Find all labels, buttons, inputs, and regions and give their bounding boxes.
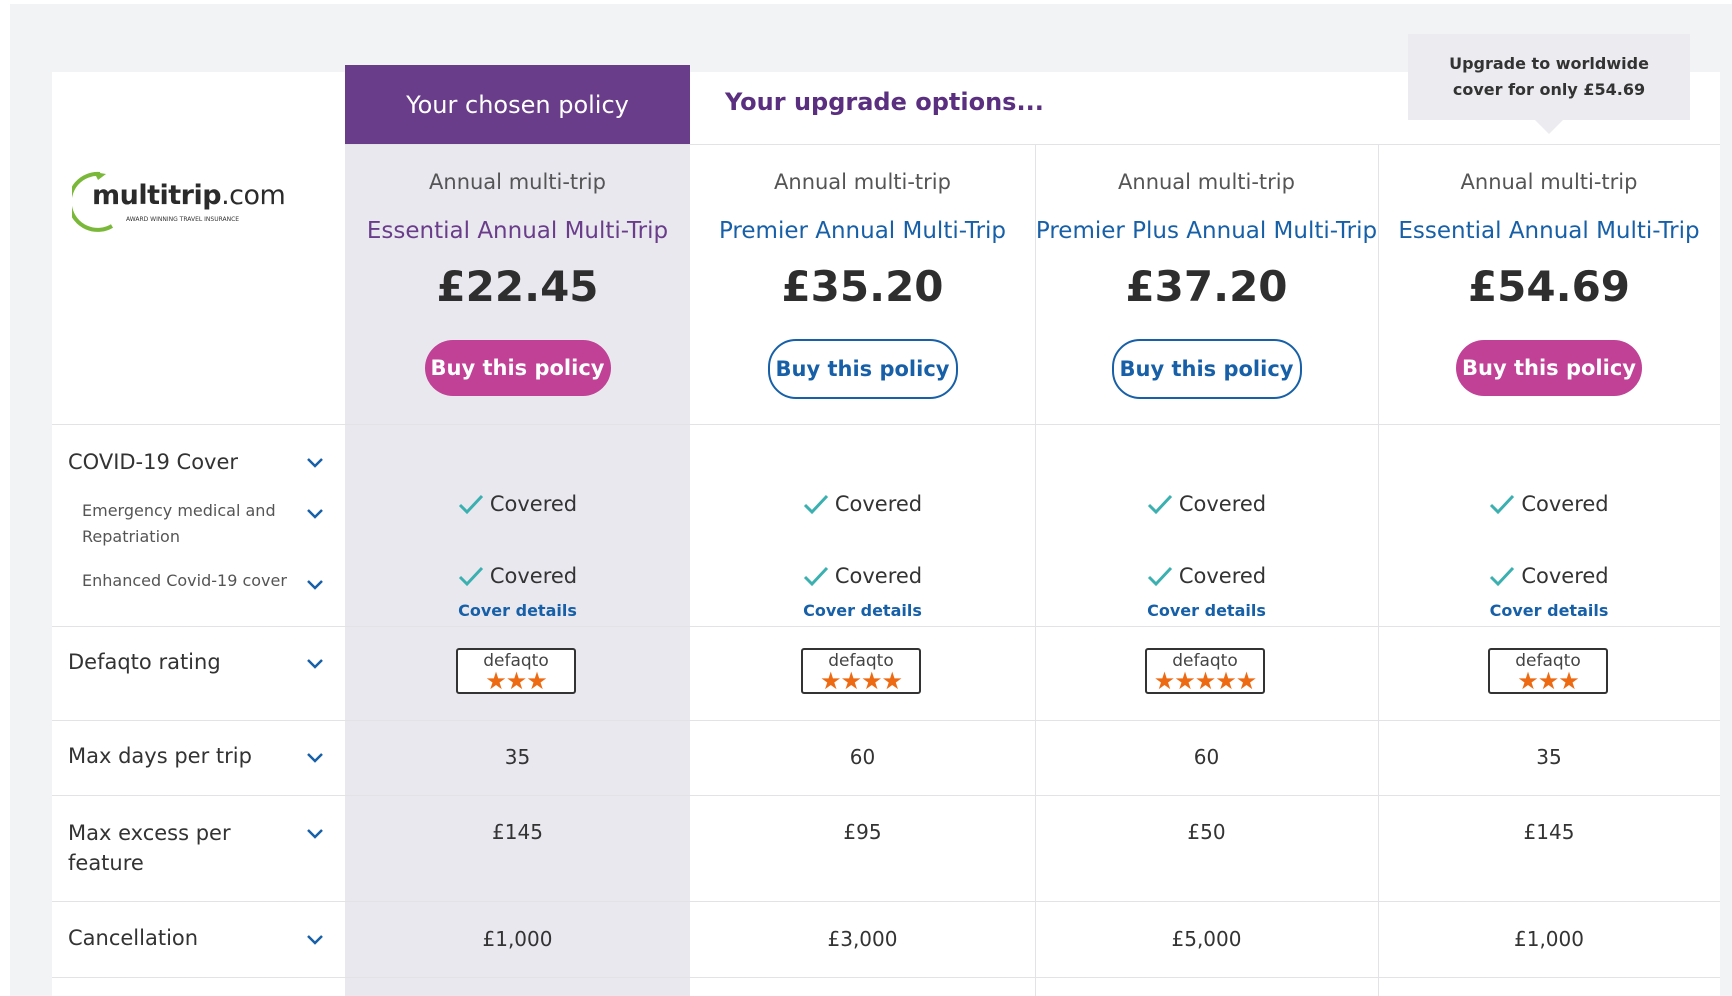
plan-price: £54.69 — [1467, 262, 1631, 311]
covered-cell: Covered — [1378, 564, 1720, 588]
check-icon — [1489, 565, 1515, 587]
check-icon — [1147, 565, 1173, 587]
cancellation-value: £1,000 — [1514, 927, 1584, 951]
plan-price: £35.20 — [781, 262, 944, 311]
star-rating-icon: ★★★ — [1517, 667, 1580, 695]
row-label-covid[interactable]: COVID-19 Cover — [68, 450, 238, 474]
divider — [52, 626, 1720, 627]
plan-card-3: Annual multi-trip Premier Plus Annual Mu… — [1035, 144, 1378, 424]
chevron-down-icon[interactable] — [305, 507, 325, 521]
covered-cell: Covered — [690, 492, 1035, 516]
multitrip-logo: multitrip.com AWARD WINNING TRAVEL INSUR… — [72, 168, 286, 232]
plan-type: Annual multi-trip — [1460, 170, 1638, 194]
plan-type: Annual multi-trip — [429, 170, 606, 194]
chevron-down-icon[interactable] — [305, 751, 325, 765]
upgrade-tooltip: Upgrade to worldwide cover for only £54.… — [1408, 34, 1690, 120]
chosen-policy-header: Your chosen policy — [345, 65, 690, 144]
star-rating-icon: ★★★ — [485, 667, 548, 695]
check-icon — [1489, 493, 1515, 515]
covered-cell: Covered — [345, 564, 690, 588]
defaqto-badge: defaqto ★★★ — [1488, 648, 1608, 694]
check-icon — [458, 565, 484, 587]
plan-name: Premier Plus Annual Multi-Trip — [1035, 218, 1378, 244]
covered-cell: Covered — [1035, 564, 1378, 588]
row-label-covid-enhanced[interactable]: Enhanced Covid-19 cover — [82, 568, 287, 594]
logo-tagline: AWARD WINNING TRAVEL INSURANCE — [126, 216, 240, 223]
defaqto-badge: defaqto ★★★★ — [801, 648, 921, 694]
covered-cell: Covered — [1378, 492, 1720, 516]
logo-text: multitrip.com — [92, 180, 286, 211]
row-label-max-excess[interactable]: Max excess per feature — [68, 818, 258, 878]
plan-card-2: Annual multi-trip Premier Annual Multi-T… — [690, 144, 1035, 424]
covered-cell: Covered — [1035, 492, 1378, 516]
cancellation-value: £1,000 — [482, 927, 553, 951]
cancellation-value: £5,000 — [1171, 927, 1242, 951]
check-icon — [458, 493, 484, 515]
max-excess-value: £50 — [1187, 820, 1226, 844]
plan-name: Essential Annual Multi-Trip — [366, 218, 669, 244]
defaqto-badge: defaqto ★★★★★ — [1145, 648, 1265, 694]
tooltip-arrow — [1535, 120, 1563, 134]
cover-details-link[interactable]: Cover details — [1378, 601, 1720, 620]
plan-type: Annual multi-trip — [1118, 170, 1295, 194]
divider — [52, 424, 1720, 425]
max-days-value: 60 — [1193, 745, 1220, 769]
buy-policy-button[interactable]: Buy this policy — [1456, 340, 1642, 396]
row-label-max-days[interactable]: Max days per trip — [68, 744, 252, 768]
max-excess-value: £145 — [1523, 820, 1575, 844]
star-rating-icon: ★★★★ — [819, 667, 903, 695]
buy-policy-button[interactable]: Buy this policy — [424, 340, 611, 396]
max-days-value: 60 — [849, 745, 876, 769]
defaqto-badge: defaqto ★★★ — [456, 648, 576, 694]
cancellation-value: £3,000 — [827, 927, 898, 951]
star-rating-icon: ★★★★★ — [1153, 667, 1258, 695]
max-days-value: 35 — [1536, 745, 1562, 769]
max-days-value: 35 — [504, 745, 531, 769]
covered-cell: Covered — [345, 492, 690, 516]
check-icon — [803, 493, 829, 515]
plan-card-4: Annual multi-trip Essential Annual Multi… — [1378, 144, 1720, 424]
plan-price: £22.45 — [436, 262, 599, 311]
chevron-down-icon[interactable] — [305, 657, 325, 671]
divider — [52, 720, 1720, 721]
divider — [52, 795, 1720, 796]
chevron-down-icon[interactable] — [305, 827, 325, 841]
cover-details-link[interactable]: Cover details — [690, 601, 1035, 620]
check-icon — [1147, 493, 1173, 515]
buy-policy-button[interactable]: Buy this policy — [767, 339, 958, 399]
max-excess-value: £145 — [492, 820, 543, 844]
check-icon — [803, 565, 829, 587]
buy-policy-button[interactable]: Buy this policy — [1111, 339, 1302, 399]
plan-type: Annual multi-trip — [774, 170, 951, 194]
plan-name: Essential Annual Multi-Trip — [1398, 218, 1700, 244]
divider — [52, 977, 1720, 978]
plan-price: £37.20 — [1125, 262, 1288, 311]
cover-details-link[interactable]: Cover details — [345, 601, 690, 620]
plan-name: Premier Annual Multi-Trip — [718, 218, 1007, 244]
divider — [52, 901, 1720, 902]
upgrade-options-title: Your upgrade options... — [725, 88, 1044, 116]
row-label-defaqto[interactable]: Defaqto rating — [68, 650, 221, 674]
max-excess-value: £95 — [843, 820, 882, 844]
chevron-down-icon[interactable] — [305, 456, 325, 470]
row-label-cancellation[interactable]: Cancellation — [68, 926, 198, 950]
chevron-down-icon[interactable] — [305, 933, 325, 947]
plan-card-1: Annual multi-trip Essential Annual Multi… — [345, 144, 690, 424]
covered-cell: Covered — [690, 564, 1035, 588]
row-label-covid-emergency[interactable]: Emergency medical and Repatriation — [82, 498, 292, 550]
chevron-down-icon[interactable] — [305, 578, 325, 592]
cover-details-link[interactable]: Cover details — [1035, 601, 1378, 620]
